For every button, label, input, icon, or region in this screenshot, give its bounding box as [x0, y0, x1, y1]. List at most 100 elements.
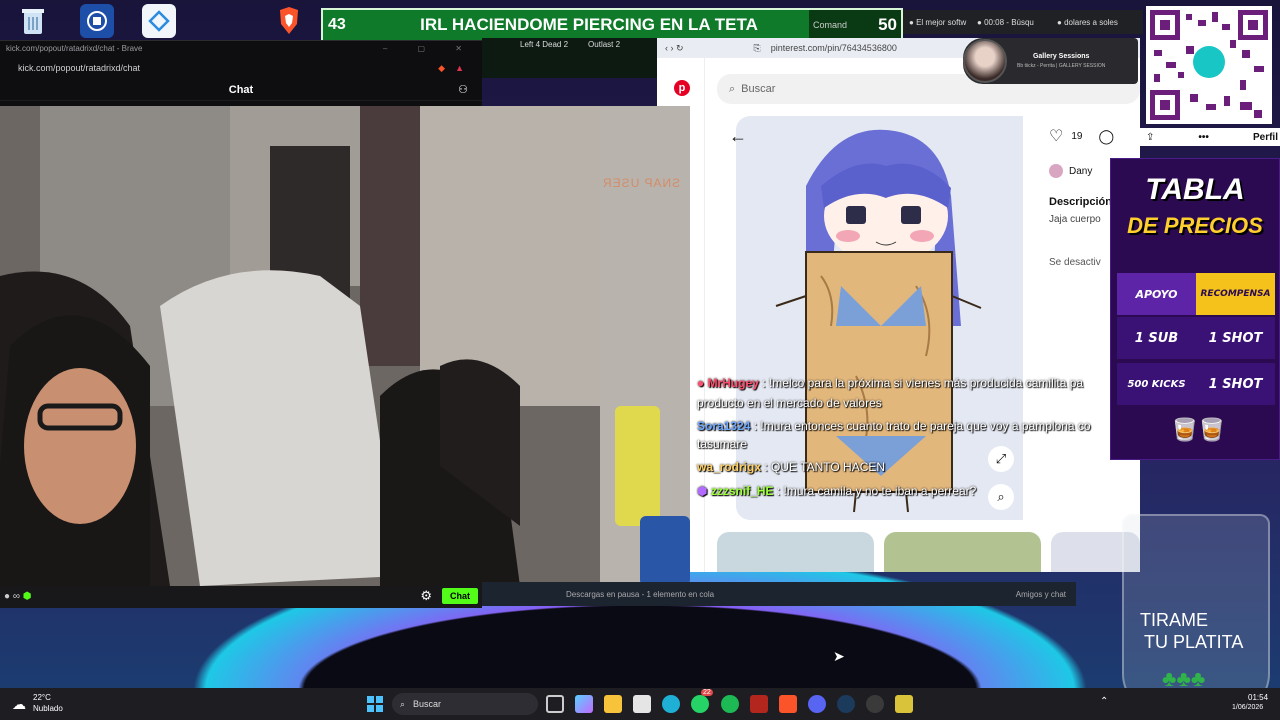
chat-message: Sora1324 : !mura entonces cuanto trato d…: [697, 419, 1091, 433]
bookmark-icon[interactable]: ⎘: [754, 43, 761, 54]
clock-date[interactable]: 1/06/2026: [1232, 704, 1263, 711]
chat-username: Sora1324: [697, 419, 751, 433]
gallery-subtitle: Bb tiickz - Perrita | GALLERY SESSION: [1017, 63, 1106, 69]
price-table-subtitle: DE PRECIOS: [1127, 213, 1263, 238]
brave-shield-icon[interactable]: ◆: [438, 63, 445, 74]
comment-icon[interactable]: ◯: [1098, 128, 1114, 145]
chat-message: ⬢ zzzsnif_HE : !mura camila y no te iban…: [697, 484, 976, 498]
tray-chevron-icon[interactable]: ⌃: [1100, 696, 1108, 707]
chat-message-cont: producto en el mercado de valores: [697, 396, 882, 410]
notification-badge: 22: [701, 689, 713, 696]
banner-command-label: Comand: [813, 20, 848, 30]
snap-watermark: SNAP USER: [602, 176, 681, 190]
task-view-icon[interactable]: [546, 695, 564, 713]
discord-icon[interactable]: [808, 695, 826, 713]
tab-outlast-2[interactable]: Outlast 2: [588, 40, 620, 76]
app-diamond-icon[interactable]: [142, 4, 176, 38]
stream-title-banner: 43 IRL HACIENDOME PIERCING EN LA TETA Co…: [321, 8, 903, 42]
send-chat-button[interactable]: Chat: [442, 588, 478, 604]
related-pin-thumbnail[interactable]: [717, 532, 874, 572]
settings-gear-icon[interactable]: ⚙: [420, 588, 432, 604]
brave-taskbar-icon[interactable]: [779, 695, 797, 713]
pin-author[interactable]: Dany: [1069, 166, 1092, 177]
chat-badge-icon: ●: [697, 376, 705, 390]
chat-text: : !melco para la próxima si vienes más p…: [762, 376, 1084, 390]
taskbar-search-placeholder: Buscar: [413, 699, 442, 709]
windows-start-icon[interactable]: [367, 696, 383, 712]
app-yellow-icon[interactable]: [895, 695, 913, 713]
file-explorer-icon[interactable]: [604, 695, 622, 713]
profile-link[interactable]: Perfil: [1253, 132, 1278, 143]
price-row-reward: 1 SHOT: [1208, 330, 1263, 346]
recycle-bin-icon[interactable]: [16, 4, 50, 38]
window-title: kick.com/popout/ratadrixd/chat - Brave: [6, 44, 143, 53]
search-icon: ⌕: [729, 82, 736, 95]
remote-desktop-icon[interactable]: [80, 4, 114, 38]
donation-line-1: TIRAME: [1140, 610, 1209, 630]
heart-icon[interactable]: ♡: [1049, 126, 1063, 146]
pinterest-url[interactable]: pinterest.com/pin/76434536800: [771, 43, 897, 53]
steam-icon[interactable]: [837, 695, 855, 713]
chat-username: wa_rodrigx: [697, 460, 762, 474]
browser-tab[interactable]: ● 00:08 - Búsqu: [971, 18, 1051, 27]
weather-cloud-icon[interactable]: ☁: [12, 696, 26, 713]
browser-tab[interactable]: ● dolares a soles: [1051, 18, 1141, 27]
like-count: 19: [1071, 130, 1083, 142]
dota-icon[interactable]: [750, 695, 768, 713]
store-icon[interactable]: [633, 695, 651, 713]
price-row-support: 500 KICKS: [1127, 378, 1186, 390]
browser-tab-strip: ● El mejor softw ● 00:08 - Búsqu ● dolar…: [903, 10, 1143, 34]
edge-icon[interactable]: [662, 695, 680, 713]
download-status[interactable]: Descargas en pausa - 1 elemento en cola: [566, 590, 714, 599]
window-controls[interactable]: – ▢ ✕: [383, 44, 476, 54]
shot-glasses-icon: 🥃🥃: [1171, 417, 1226, 442]
brave-browser-icon[interactable]: [272, 4, 306, 38]
chat-text: : QUE TANTO HACEN: [764, 460, 886, 474]
share-icon[interactable]: ⇪: [1146, 132, 1154, 143]
search-icon: ⌕: [400, 698, 406, 709]
weather-condition[interactable]: Nublado: [33, 704, 63, 713]
visual-search-icon[interactable]: ⌕: [988, 484, 1014, 510]
yape-qr-code: [1146, 6, 1272, 124]
background-window-tabs: Left 4 Dead 2 Outlast 2: [482, 38, 657, 78]
back-button-icon[interactable]: ←: [729, 126, 747, 147]
chat-username: MrHugey: [707, 376, 759, 390]
back-nav-icon[interactable]: ‹ › ↻: [665, 43, 684, 54]
chat-header-title: Chat: [228, 83, 254, 96]
col-header-support: APOYO: [1135, 287, 1178, 301]
price-table: TABLA DE PRECIOS APOYO RECOMPENSA 1 SUB …: [1110, 158, 1280, 460]
webcam-feed: SNAP USER: [0, 106, 690, 586]
banner-title: IRL HACIENDOME PIERCING EN LA TETA: [420, 15, 758, 34]
windows-taskbar: ☁ 22°C Nublado ⌕ Buscar 22 ⌃ 01:54 1/06/…: [0, 688, 1280, 720]
avatar[interactable]: [1049, 164, 1063, 178]
address-bar[interactable]: kick.com/popout/ratadrixd/chat: [18, 63, 140, 73]
mouse-cursor-icon: ➤: [833, 648, 845, 664]
chat-text: : !mura entonces cuanto trato de pareja …: [753, 419, 1091, 433]
expand-icon[interactable]: ⤢: [988, 446, 1014, 472]
price-row-support: 1 SUB: [1134, 330, 1179, 346]
brave-rewards-icon[interactable]: ▲: [455, 63, 464, 74]
related-pin-thumbnail[interactable]: [884, 532, 1041, 572]
donation-jar: TIRAME TU PLATITA ♣♣♣: [1122, 514, 1270, 714]
clock-time[interactable]: 01:54: [1248, 693, 1268, 702]
weather-temp[interactable]: 22°C: [33, 693, 51, 702]
chat-text: : !mura camila y no te iban a perrear?: [776, 484, 977, 498]
chat-message: ● MrHugey : !melco para la próxima si vi…: [697, 376, 1083, 390]
browser-tab[interactable]: ● El mejor softw: [903, 18, 971, 27]
taskbar-search[interactable]: ⌕ Buscar: [392, 693, 538, 715]
chat-message-cont: tasumare: [697, 437, 748, 451]
obs-icon[interactable]: [866, 695, 884, 713]
more-options-icon[interactable]: •••: [1198, 132, 1209, 143]
friends-chat-link[interactable]: Amigos y chat: [1016, 590, 1066, 599]
pinterest-logo-icon[interactable]: p: [674, 80, 690, 96]
emote-icon[interactable]: ● ∞ ⬢: [4, 591, 31, 602]
gallery-sessions-popup[interactable]: Gallery Sessions Bb tiickz - Perrita | G…: [963, 38, 1138, 84]
whatsapp-icon[interactable]: [691, 695, 709, 713]
tab-left-4-dead-2[interactable]: Left 4 Dead 2: [520, 40, 568, 76]
gallery-avatar: [963, 39, 1007, 83]
spotify-icon[interactable]: [721, 695, 739, 713]
donation-line-2: TU PLATITA: [1144, 632, 1244, 652]
user-list-icon[interactable]: ⚇: [458, 83, 468, 96]
copilot-icon[interactable]: [575, 695, 593, 713]
downloads-bar: Descargas en pausa - 1 elemento en cola …: [482, 582, 1076, 606]
